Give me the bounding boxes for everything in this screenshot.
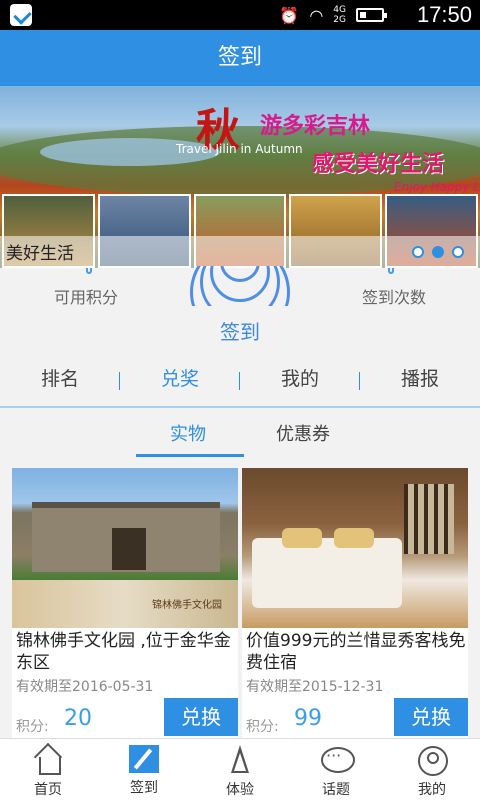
product-name: 价值999元的兰惜显秀客栈免费住宿 <box>246 631 466 673</box>
product-points: 20 <box>64 706 92 731</box>
nav-label: 签到 <box>130 780 158 796</box>
checkin-icon <box>129 745 159 773</box>
product-image: 锦林佛手文化园 <box>12 468 238 628</box>
checkin-panel: 可用积分 签到次数 签到 <box>0 266 480 350</box>
product-image <box>242 468 468 628</box>
image-pillow <box>282 528 322 548</box>
nav-label: 首页 <box>34 782 62 798</box>
battery-icon <box>356 8 387 22</box>
nav-mine[interactable]: 我的 <box>384 739 480 800</box>
carousel-dot[interactable] <box>452 246 464 258</box>
fingerprint-icon[interactable] <box>180 266 300 306</box>
nav-label: 体验 <box>226 782 254 798</box>
main-tabs: 排名 兑奖 我的 播报 <box>0 350 480 408</box>
page-title: 签到 <box>0 30 480 86</box>
banner-subtitle: Travel Jilin in Autumn <box>176 142 303 156</box>
image-bed <box>252 538 402 608</box>
carousel-dot[interactable] <box>412 246 424 258</box>
checkin-count-label: 签到次数 <box>361 288 426 307</box>
home-icon <box>31 745 65 775</box>
image-sign-text: 锦林佛手文化园 <box>152 600 222 611</box>
tab-mine[interactable]: 我的 <box>240 350 360 406</box>
bottom-nav: 首页 签到 体验 话题 我的 <box>0 738 480 800</box>
banner-title: 游多彩吉林 <box>260 114 371 139</box>
product-card[interactable]: 价值999元的兰惜显秀客栈免费住宿 有效期至2015-12-31 积分: 99 … <box>242 468 468 740</box>
clock: 17:50 <box>416 2 472 27</box>
nav-label: 我的 <box>418 782 446 798</box>
count-marker <box>388 268 394 274</box>
sub-tabs: 实物 优惠券 <box>0 408 480 458</box>
product-validity: 有效期至2016-05-31 <box>16 679 154 695</box>
status-icons: ⏰ ◠ 4G 2G <box>279 4 387 26</box>
product-card[interactable]: 锦林佛手文化园 锦林佛手文化园 ,位于金华金东区 有效期至2016-05-31 … <box>12 468 238 740</box>
image-door <box>112 528 146 570</box>
alarm-icon: ⏰ <box>279 5 300 25</box>
carousel-dot-active[interactable] <box>432 246 444 258</box>
tab-label: 我的 <box>280 368 319 390</box>
carousel-indicator <box>412 246 464 258</box>
redeem-button[interactable]: 兑换 <box>164 698 238 736</box>
points-label: 积分: <box>16 719 49 735</box>
user-icon <box>415 745 449 776</box>
banner-slogan-en: Enjoy Happy L <box>394 180 480 194</box>
checkin-button[interactable]: 签到 <box>0 316 480 345</box>
status-bar: ⏰ ◠ 4G 2G 17:50 <box>0 0 480 30</box>
tab-redeem[interactable]: 兑奖 <box>120 350 240 406</box>
subtab-indicator <box>136 454 244 457</box>
subtab-coupon[interactable]: 优惠券 <box>276 420 330 446</box>
nav-label: 话题 <box>322 782 350 798</box>
tab-label: 兑奖 <box>160 368 199 390</box>
tab-label: 排名 <box>40 368 79 390</box>
redeem-button[interactable]: 兑换 <box>394 698 468 736</box>
app-notification-icon <box>10 4 32 26</box>
nav-checkin[interactable]: 签到 <box>96 739 192 800</box>
chat-bubble-icon <box>319 745 355 775</box>
points-marker <box>86 268 92 274</box>
product-validity: 有效期至2015-12-31 <box>246 679 384 695</box>
nav-experience[interactable]: 体验 <box>192 739 288 800</box>
tab-ranking[interactable]: 排名 <box>0 350 120 406</box>
paper-plane-icon <box>223 745 257 775</box>
banner-slogan: 感受美好生活 <box>312 152 445 177</box>
subtab-physical[interactable]: 实物 <box>170 420 206 446</box>
network-label-1: 4G <box>333 5 346 15</box>
network-label-2: 2G <box>333 15 346 25</box>
product-name: 锦林佛手文化园 ,位于金华金东区 <box>16 631 231 673</box>
nav-home[interactable]: 首页 <box>0 739 96 800</box>
tab-broadcast[interactable]: 播报 <box>360 350 480 406</box>
points-label: 积分: <box>246 719 279 735</box>
tab-label: 播报 <box>400 368 439 390</box>
wifi-icon: ◠ <box>309 5 324 25</box>
network-indicator: 4G 2G <box>333 5 346 25</box>
product-grid: 锦林佛手文化园 锦林佛手文化园 ,位于金华金东区 有效期至2016-05-31 … <box>0 458 480 740</box>
product-points: 99 <box>294 706 322 731</box>
available-points-label: 可用积分 <box>54 288 119 307</box>
banner-caption: 美好生活 <box>6 244 74 264</box>
nav-topics[interactable]: 话题 <box>288 739 384 800</box>
image-pillow <box>334 528 374 548</box>
banner-carousel[interactable]: 秋 游多彩吉林 Travel Jilin in Autumn 感受美好生活 En… <box>0 86 480 268</box>
image-window <box>404 484 454 554</box>
